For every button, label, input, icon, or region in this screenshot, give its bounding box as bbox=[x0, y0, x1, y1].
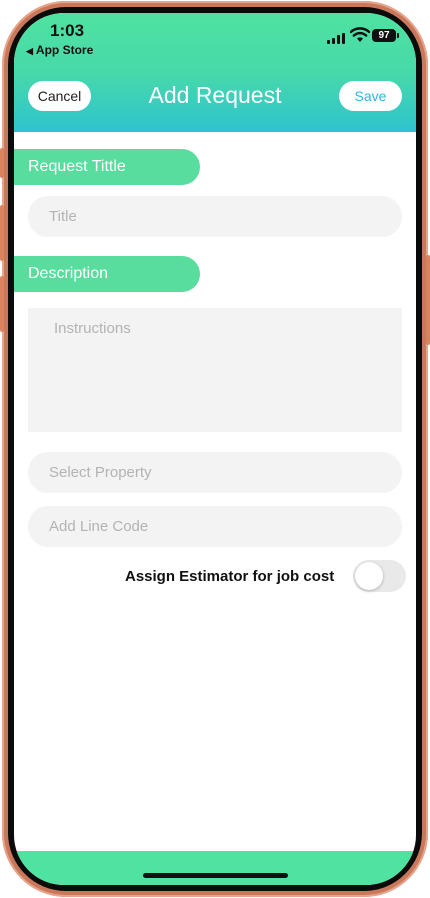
footer-bar bbox=[14, 851, 416, 885]
instructions-textarea[interactable] bbox=[28, 308, 402, 432]
action-button bbox=[0, 148, 4, 178]
home-indicator[interactable] bbox=[143, 873, 288, 878]
select-property-field[interactable] bbox=[28, 452, 402, 493]
cancel-button[interactable]: Cancel bbox=[28, 81, 91, 111]
power-button bbox=[426, 255, 430, 345]
header-bar: 1:03 ◀ App Store 97 Cancel Add Request Sa… bbox=[14, 13, 416, 132]
back-to-app-store[interactable]: ◀ App Store bbox=[26, 43, 93, 57]
assign-estimator-toggle[interactable] bbox=[353, 560, 406, 592]
volume-down-button bbox=[0, 276, 4, 332]
battery-icon: 97 bbox=[372, 29, 399, 42]
line-code-input[interactable] bbox=[28, 506, 402, 547]
request-title-label: Request Tittle bbox=[14, 149, 200, 185]
assign-estimator-label: Assign Estimator for job cost bbox=[125, 568, 335, 585]
description-label: Description bbox=[14, 256, 200, 292]
save-button[interactable]: Save bbox=[339, 81, 402, 111]
title-input[interactable] bbox=[28, 196, 402, 237]
back-triangle-icon: ◀ bbox=[26, 46, 33, 56]
volume-up-button bbox=[0, 205, 4, 261]
status-time: 1:03 bbox=[50, 21, 85, 40]
app-screen: 1:03 ◀ App Store 97 Cancel Add Request Sa… bbox=[14, 13, 416, 885]
cellular-signal-icon bbox=[327, 33, 345, 44]
toggle-knob bbox=[355, 562, 383, 590]
back-label: App Store bbox=[35, 43, 94, 57]
wifi-icon bbox=[350, 27, 370, 42]
page-title: Add Request bbox=[148, 82, 282, 108]
